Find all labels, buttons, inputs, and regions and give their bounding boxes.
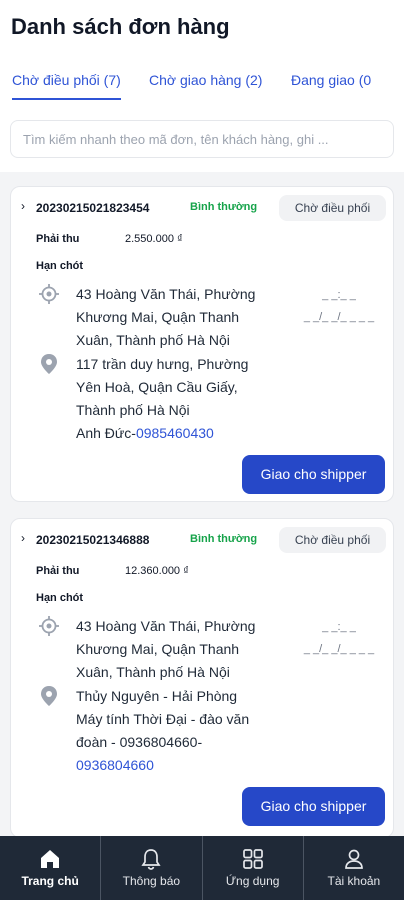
tab-cho-dieu-phoi[interactable]: Chờ điều phối (7) (12, 72, 121, 100)
order-card[interactable]: › 20230215021346888 Bình thường Chờ điều… (10, 518, 394, 838)
amount-label: Phải thu (36, 565, 80, 577)
nav-item-account[interactable]: Tài khoản (304, 836, 404, 900)
user-icon (345, 849, 363, 869)
tab-dang-giao[interactable]: Đang giao (0 (291, 72, 371, 88)
status-badge: Chờ điều phối (279, 195, 386, 221)
dropoff-line: đoàn - 0936804660- (76, 734, 203, 750)
header-area: Danh sách đơn hàng Chờ điều phối (7) Chờ… (0, 0, 404, 172)
dropoff-line: Yên Hoà, Quận Cầu Giấy, (76, 379, 238, 395)
order-code: 20230215021346888 (36, 533, 150, 547)
dropoff-line: Thủy Nguyên - Hải Phòng (76, 688, 238, 704)
assign-shipper-button[interactable]: Giao cho shipper (242, 455, 385, 494)
tab-cho-giao-hang[interactable]: Chờ giao hàng (2) (149, 72, 262, 88)
map-pin-icon (41, 354, 57, 374)
deadline-label: Hạn chót (36, 592, 84, 604)
contact-phone[interactable]: 0985460430 (136, 425, 214, 441)
deadline-time: _ _:_ _ _ _/_ _/_ _ _ _ (299, 284, 379, 328)
page-title: Danh sách đơn hàng (11, 14, 230, 39)
dropoff-line: Thành phố Hà Nội (76, 402, 190, 418)
nav-label: Tài khoản (327, 874, 381, 888)
bell-icon (141, 849, 161, 870)
pickup-line: Xuân, Thành phố Hà Nội (76, 332, 230, 348)
deadline-hour: _ _:_ _ (322, 621, 356, 633)
deadline-date: _ _/_ _/_ _ _ _ (303, 311, 375, 323)
assign-shipper-button[interactable]: Giao cho shipper (242, 787, 385, 826)
order-card[interactable]: › 20230215021823454 Bình thường Chờ điều… (10, 186, 394, 502)
pickup-line: 43 Hoàng Văn Thái, Phường (76, 618, 256, 634)
status-badge: Chờ điều phối (279, 527, 386, 553)
amount-value: 2.550.000 ₫ (125, 233, 183, 245)
chevron-right-icon[interactable]: › (21, 199, 25, 213)
search-input[interactable] (11, 121, 393, 157)
amount-value: 12.360.000 ₫ (125, 565, 189, 577)
nav-item-notifications[interactable]: Thông báo (101, 836, 203, 900)
contact-phone[interactable]: 0936804660 (76, 754, 281, 777)
deadline-label: Hạn chót (36, 260, 84, 272)
nav-item-apps[interactable]: Ứng dụng (203, 836, 304, 900)
crosshair-location-icon (39, 616, 59, 636)
nav-label: Trang chủ (21, 874, 79, 888)
chevron-right-icon[interactable]: › (21, 531, 25, 545)
crosshair-location-icon (39, 284, 59, 304)
contact-name: Anh Đức- (76, 425, 136, 441)
priority-label: Bình thường (190, 201, 258, 213)
dropoff-line: Máy tính Thời Đại - đào văn (76, 711, 250, 727)
pickup-line: Khương Mai, Quận Thanh (76, 309, 240, 325)
deadline-date: _ _/_ _/_ _ _ _ (303, 643, 375, 655)
bottom-nav: Trang chủ Thông báo Ứng dụng Tài khoản (0, 836, 404, 900)
pickup-line: 43 Hoàng Văn Thái, Phường (76, 286, 256, 302)
home-icon (41, 850, 60, 868)
pickup-address: 43 Hoàng Văn Thái, Phường Khương Mai, Qu… (76, 283, 281, 352)
priority-label: Bình thường (190, 533, 258, 545)
deadline-hour: _ _:_ _ (322, 289, 356, 301)
status-tabs: Chờ điều phối (7) Chờ giao hàng (2) Đang… (0, 72, 404, 106)
contact-line: Anh Đức-0985460430 (76, 422, 281, 445)
search-box (10, 120, 394, 158)
dropoff-address: 117 trần duy hưng, Phường Yên Hoà, Quận … (76, 353, 281, 445)
nav-label: Thông báo (122, 874, 181, 888)
amount-label: Phải thu (36, 233, 80, 245)
nav-item-home[interactable]: Trang chủ (0, 836, 102, 900)
nav-label: Ứng dụng (225, 874, 280, 888)
dropoff-address: Thủy Nguyên - Hải Phòng Máy tính Thời Đạ… (76, 685, 281, 777)
order-code: 20230215021823454 (36, 201, 150, 215)
pickup-line: Khương Mai, Quận Thanh (76, 641, 240, 657)
pickup-address: 43 Hoàng Văn Thái, Phường Khương Mai, Qu… (76, 615, 281, 684)
deadline-time: _ _:_ _ _ _/_ _/_ _ _ _ (299, 616, 379, 660)
map-pin-icon (41, 686, 57, 706)
dropoff-line: 117 trần duy hưng, Phường (76, 356, 249, 372)
pickup-line: Xuân, Thành phố Hà Nội (76, 664, 230, 680)
apps-grid-icon (242, 849, 263, 869)
